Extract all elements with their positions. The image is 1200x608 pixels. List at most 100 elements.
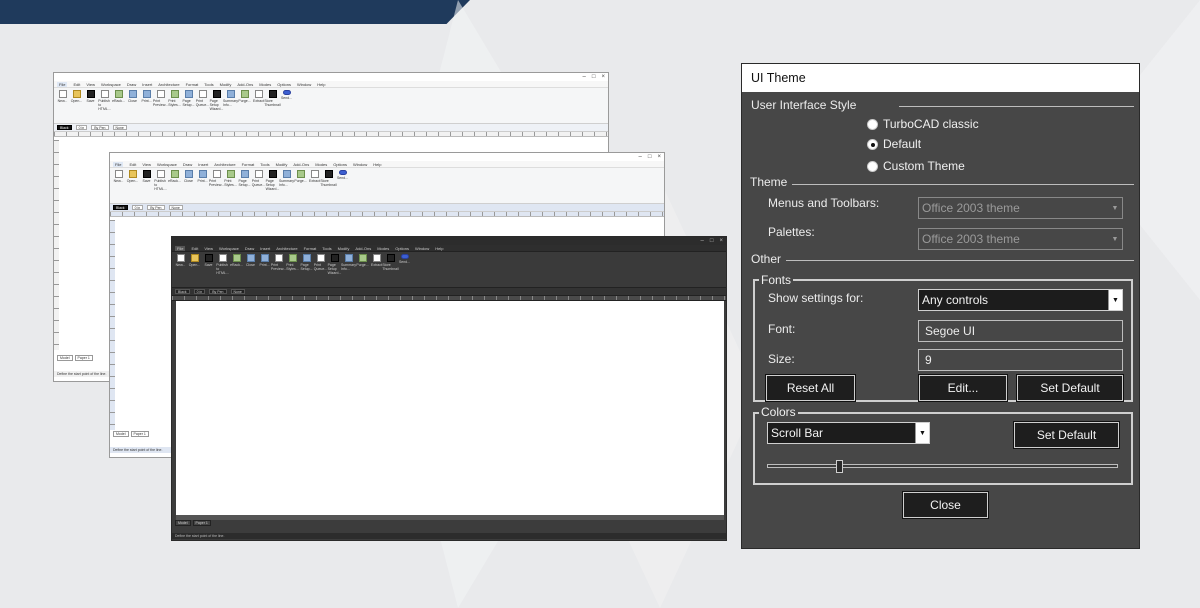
color-slider-track[interactable] [767, 464, 1118, 468]
menu-addons[interactable]: Add-Ons [355, 246, 371, 251]
size-field[interactable]: 9 [918, 349, 1123, 371]
maximize-icon[interactable]: □ [592, 74, 596, 80]
none-field[interactable]: None [230, 289, 245, 294]
menu-view[interactable]: View [142, 162, 151, 167]
menu-architecture[interactable]: Architecture [214, 162, 235, 167]
menu-insert[interactable]: Insert [260, 246, 270, 251]
ribbon-publish-button[interactable]: Publish to HTML... [216, 254, 229, 285]
ribbon-send-button[interactable]: Send... [399, 254, 410, 285]
length-field[interactable]: 0 in [75, 125, 88, 130]
chevron-down-icon[interactable]: ▼ [1108, 198, 1122, 218]
none-field[interactable]: None [168, 205, 183, 210]
menu-window[interactable]: Window [415, 246, 429, 251]
menu-help[interactable]: Help [317, 82, 325, 87]
menu-tools[interactable]: Tools [322, 246, 331, 251]
menu-edit[interactable]: Edit [191, 246, 198, 251]
colors-set-default-button[interactable]: Set Default [1013, 421, 1120, 449]
color-field[interactable]: Black [113, 205, 128, 210]
ribbon-summary-button[interactable]: Summary Info... [341, 254, 356, 285]
menu-draw[interactable]: Draw [183, 162, 192, 167]
menu-format[interactable]: Format [242, 162, 255, 167]
menu-draw[interactable]: Draw [127, 82, 136, 87]
menu-architecture[interactable]: Architecture [158, 82, 179, 87]
radio-default[interactable]: Default [867, 137, 921, 151]
menu-workspace[interactable]: Workspace [219, 246, 239, 251]
none-field[interactable]: None [112, 125, 127, 130]
ribbon-erack-button[interactable]: eRack... [112, 90, 125, 121]
menu-modify[interactable]: Modify [276, 162, 288, 167]
menu-modes[interactable]: Modes [315, 162, 327, 167]
tab-model[interactable]: Model [57, 355, 73, 361]
menu-modes[interactable]: Modes [259, 82, 271, 87]
menu-options[interactable]: Options [333, 162, 347, 167]
menu-edit[interactable]: Edit [73, 82, 80, 87]
ribbon-open-button[interactable]: Open... [127, 170, 138, 201]
fonts-set-default-button[interactable]: Set Default [1016, 374, 1124, 402]
menu-tools[interactable]: Tools [204, 82, 213, 87]
ribbon-extract-button[interactable]: Extract [371, 254, 382, 285]
ribbon-print-queue-button[interactable]: Print Queue... [252, 170, 265, 201]
palettes-select[interactable]: Office 2003 theme ▼ [918, 228, 1123, 250]
menu-view[interactable]: View [204, 246, 213, 251]
tab-paper[interactable]: Paper 1 [74, 355, 93, 361]
ribbon-new-button[interactable]: New... [175, 254, 186, 285]
ribbon-page-setup-button[interactable]: Page Setup... [182, 90, 195, 121]
ribbon-publish-button[interactable]: Publish to HTML... [154, 170, 167, 201]
layer-field[interactable]: By Pen [147, 205, 165, 210]
length-field[interactable]: 0 in [193, 289, 206, 294]
ribbon-print-styles-button[interactable]: Print Styles... [286, 254, 299, 285]
radio-turbocad-classic[interactable]: TurboCAD classic [867, 117, 979, 131]
ribbon-save-button[interactable]: Save [203, 254, 214, 285]
menu-file[interactable]: File [175, 245, 186, 251]
menu-edit[interactable]: Edit [129, 162, 136, 167]
ribbon-purge-button[interactable]: Purge... [356, 254, 369, 285]
menu-format[interactable]: Format [304, 246, 317, 251]
ribbon-close-button[interactable]: Close [127, 90, 138, 121]
ribbon-save-button[interactable]: Save [85, 90, 96, 121]
ribbon-open-button[interactable]: Open... [189, 254, 200, 285]
minimize-icon[interactable]: – [701, 238, 704, 244]
ribbon-print-styles-button[interactable]: Print Styles... [168, 90, 181, 121]
font-field[interactable]: Segoe UI [918, 320, 1123, 342]
close-button[interactable]: Close [902, 491, 989, 519]
radio-button-icon[interactable] [867, 118, 878, 130]
menu-draw[interactable]: Draw [245, 246, 254, 251]
menu-insert[interactable]: Insert [142, 82, 152, 87]
ribbon-print-preview-button[interactable]: Print Preview... [153, 90, 168, 121]
menu-workspace[interactable]: Workspace [101, 82, 121, 87]
menu-view[interactable]: View [86, 82, 95, 87]
close-icon[interactable]: × [657, 154, 661, 160]
tab-model[interactable]: Model [175, 520, 191, 526]
close-icon[interactable]: × [601, 74, 605, 80]
show-settings-select[interactable]: Any controls ▼ [918, 289, 1123, 311]
ribbon-page-setup-button[interactable]: Page Setup... [238, 170, 251, 201]
chevron-down-icon[interactable]: ▼ [915, 423, 929, 443]
menu-file[interactable]: File [113, 161, 124, 167]
color-field[interactable]: Black [57, 125, 72, 130]
length-field[interactable]: 0 in [131, 205, 144, 210]
menu-file[interactable]: File [57, 81, 68, 87]
minimize-icon[interactable]: – [639, 154, 642, 160]
menu-workspace[interactable]: Workspace [157, 162, 177, 167]
edit-button[interactable]: Edit... [918, 374, 1008, 402]
menu-window[interactable]: Window [353, 162, 367, 167]
radio-button-icon[interactable] [867, 160, 878, 172]
ribbon-send-button[interactable]: Send... [337, 170, 348, 201]
tab-paper[interactable]: Paper 1 [130, 431, 149, 437]
menu-help[interactable]: Help [373, 162, 381, 167]
chevron-down-icon[interactable]: ▼ [1108, 290, 1122, 310]
ribbon-close-button[interactable]: Close [245, 254, 256, 285]
ribbon-extract-button[interactable]: Extract [309, 170, 320, 201]
ribbon-print-styles-button[interactable]: Print Styles... [224, 170, 237, 201]
color-field[interactable]: Black [175, 289, 190, 294]
ribbon-send-button[interactable]: Send... [281, 90, 292, 121]
ribbon-new-button[interactable]: New... [57, 90, 68, 121]
reset-all-button[interactable]: Reset All [765, 374, 856, 402]
menu-modes[interactable]: Modes [377, 246, 389, 251]
ribbon-summary-button[interactable]: Summary Info... [223, 90, 238, 121]
ribbon-extract-button[interactable]: Extract [253, 90, 264, 121]
ribbon-purge-button[interactable]: Purge... [294, 170, 307, 201]
menu-insert[interactable]: Insert [198, 162, 208, 167]
ribbon-thumbnail-button[interactable]: Store Thumbnail [264, 90, 281, 121]
ribbon-summary-button[interactable]: Summary Info... [279, 170, 294, 201]
